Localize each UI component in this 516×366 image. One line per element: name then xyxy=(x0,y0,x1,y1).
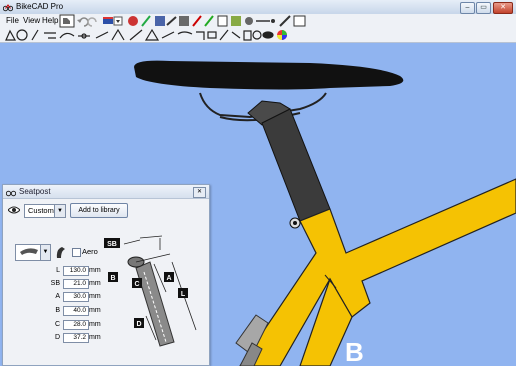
toolbar-undo-icon[interactable] xyxy=(77,17,89,27)
main-toolbar xyxy=(59,14,306,28)
svg-text:SB: SB xyxy=(107,241,117,248)
saddle-icon[interactable] xyxy=(177,31,193,35)
stem-icon[interactable] xyxy=(44,32,56,39)
pedal-icon[interactable] xyxy=(207,31,217,39)
chain-icon[interactable] xyxy=(95,31,109,39)
frame-icon[interactable] xyxy=(5,29,17,41)
saddle[interactable] xyxy=(134,60,404,90)
derailleur-icon[interactable] xyxy=(111,28,125,41)
seat-clamp-bolt-icon xyxy=(289,217,301,229)
add-to-library-button[interactable]: Add to library xyxy=(70,203,128,218)
close-button[interactable]: ✕ xyxy=(493,2,513,14)
fork-icon[interactable] xyxy=(31,29,39,41)
seatpost[interactable] xyxy=(261,108,331,222)
param-a-input[interactable]: 30.0 xyxy=(63,292,89,302)
chainstay-icon[interactable] xyxy=(161,31,175,39)
aero-checkbox[interactable] xyxy=(72,248,81,257)
preset-dropdown[interactable]: Custom ▼ xyxy=(24,204,66,218)
param-sb-unit: mm xyxy=(89,280,101,287)
param-a-unit: mm xyxy=(89,293,101,300)
toolbar-redo-icon[interactable] xyxy=(87,17,97,27)
param-b-unit: mm xyxy=(89,307,101,314)
param-a-label: A xyxy=(55,293,60,300)
brake-icon[interactable] xyxy=(129,29,143,41)
seatstay-icon[interactable] xyxy=(144,28,160,41)
diagram-label-l: L xyxy=(178,288,188,298)
diagram-label-d: D xyxy=(134,318,144,328)
param-l-label: L xyxy=(56,267,60,274)
param-c-unit: mm xyxy=(89,321,101,328)
param-b-label: B xyxy=(55,307,60,314)
seatpost-style-icon xyxy=(20,248,38,255)
seatpost-icon[interactable] xyxy=(196,31,205,40)
frame[interactable] xyxy=(239,178,516,366)
param-c-label: C xyxy=(54,321,60,328)
diagram-label-c: C xyxy=(132,278,142,288)
color-wheel-icon[interactable] xyxy=(277,30,287,40)
eye-icon[interactable] xyxy=(8,206,20,214)
chevron-down-icon: ▼ xyxy=(40,245,50,260)
fender-icon[interactable] xyxy=(243,30,252,41)
param-sb-input[interactable]: 21.0 xyxy=(63,279,89,289)
handlebar-icon[interactable] xyxy=(59,32,75,39)
dialog-close-button[interactable]: ✕ xyxy=(193,187,206,198)
bikecad-icon xyxy=(6,190,16,197)
aero-profile-icon xyxy=(56,247,65,258)
svg-text:C: C xyxy=(134,281,139,288)
param-d-input[interactable]: 37.2 xyxy=(63,333,89,343)
toolbar-open-icon[interactable] xyxy=(59,14,75,28)
aero-label: Aero xyxy=(82,247,98,256)
rack-icon[interactable] xyxy=(231,31,241,39)
preset-value: Custom xyxy=(28,206,54,215)
menu-file[interactable]: File xyxy=(6,16,19,25)
maximize-button[interactable]: ▭ xyxy=(476,2,491,14)
seatpost-style-dropdown[interactable]: ▼ xyxy=(15,244,51,261)
component-toolbar-icons xyxy=(5,28,287,41)
param-c-input[interactable]: 28.0 xyxy=(63,320,89,330)
window-title: BikeCAD Pro xyxy=(16,2,64,11)
param-b-input[interactable]: 40.0 xyxy=(63,306,89,316)
param-l-unit: mm xyxy=(89,267,101,274)
menu-help[interactable]: Help xyxy=(42,16,58,25)
seatpost-dimension-diagram: SB B C A L D xyxy=(104,235,197,347)
diagram-seatpost xyxy=(127,256,175,347)
svg-text:A: A xyxy=(166,275,171,282)
wheel-icon[interactable] xyxy=(16,29,28,41)
toolbar-flag-icon[interactable] xyxy=(103,16,123,26)
frame-logo: B xyxy=(345,337,364,366)
crank-icon[interactable] xyxy=(78,33,90,39)
lamp-icon[interactable] xyxy=(252,30,262,40)
diagram-label-b: B xyxy=(108,272,118,282)
param-l-input[interactable]: 130.0 xyxy=(63,266,89,276)
chevron-down-icon: ▼ xyxy=(54,205,65,217)
toolbar-tools-icon[interactable] xyxy=(128,15,306,27)
svg-text:B: B xyxy=(110,275,115,282)
dialog-title: Seatpost xyxy=(19,187,51,196)
svg-text:L: L xyxy=(181,291,186,298)
bottle-icon[interactable] xyxy=(219,29,229,41)
diagram-label-a: A xyxy=(164,272,174,282)
param-d-unit: mm xyxy=(89,334,101,341)
bikecad-icon xyxy=(3,4,13,12)
title-bar xyxy=(0,0,516,15)
svg-text:D: D xyxy=(136,321,141,328)
param-d-label: D xyxy=(54,334,60,341)
diagram-label-sb: SB xyxy=(104,238,120,248)
lock-icon[interactable] xyxy=(262,31,274,39)
menu-view[interactable]: View xyxy=(23,16,40,25)
minimize-button[interactable]: – xyxy=(460,2,475,14)
param-sb-label: SB xyxy=(50,280,60,287)
